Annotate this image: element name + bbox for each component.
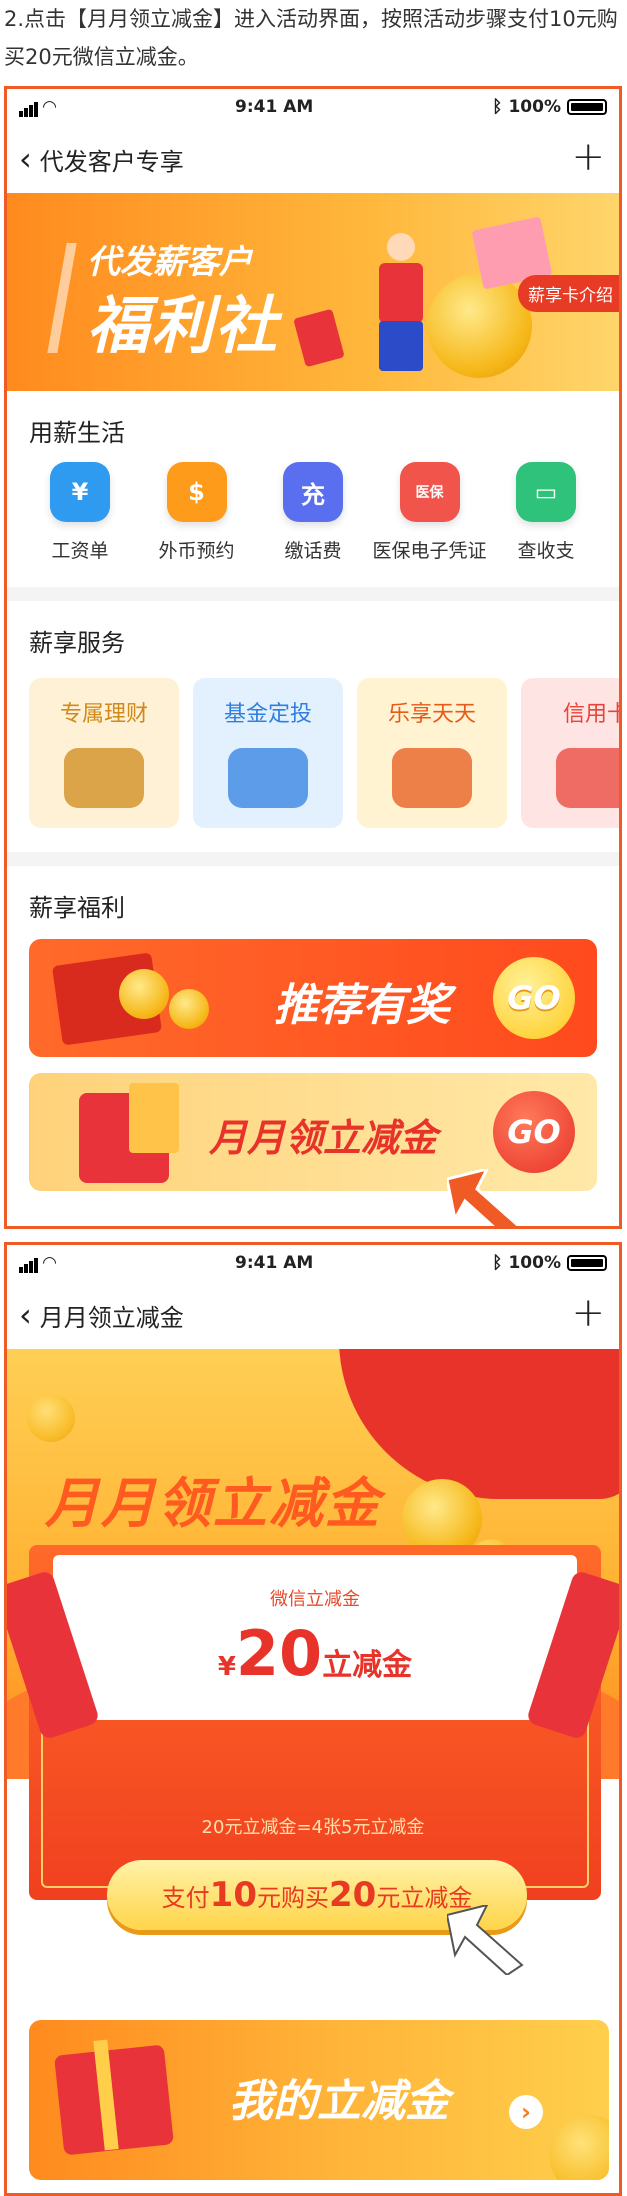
life-service-label: 医保电子凭证 <box>372 540 487 562</box>
life-service-item[interactable]: $ 外币预约 <box>142 462 252 563</box>
my-vouchers-banner[interactable]: 我的立减金 › <box>29 2020 609 2180</box>
battery-percent: 100% <box>508 1253 561 1273</box>
red-envelope-illustration <box>293 308 345 368</box>
voucher-letter: 微信立减金 ¥20立减金 <box>53 1555 577 1720</box>
life-service-item[interactable]: ¥ 工资单 <box>25 462 135 563</box>
life-services-grid: ¥ 工资单 $ 外币预约充缴话费 医保 医保电子凭证 ▭ 查收支 <box>7 462 619 563</box>
back-icon[interactable]: ‹ <box>19 1299 32 1331</box>
referral-reward-title: 推荐有奖 <box>274 980 450 1031</box>
instruction-text: 2.点击【月月领立减金】进入活动界面，按照活动步骤支付10元购买20元微信立减金… <box>4 7 618 69</box>
banner-line2: 福利社 <box>87 289 280 362</box>
life-service-item[interactable]: 充缴话费 <box>258 462 368 563</box>
life-service-label: 缴话费 <box>284 540 342 562</box>
signal-icon <box>19 1253 39 1273</box>
voucher-type: 微信立减金 <box>270 1589 360 1610</box>
buy-value: 20 <box>329 1875 377 1915</box>
nav-bar: ‹ 月月领立减金 + <box>7 1281 619 1349</box>
service-card-label: 信用卡 <box>562 702 619 727</box>
status-bar: ◠ 9:41 AM ᛒ 100% <box>7 89 619 125</box>
medical-card-icon: 医保 <box>399 462 460 522</box>
section-title-welfare: 薪享福利 <box>29 894 125 922</box>
screen-monthly-discount: ◠ 9:41 AM ᛒ 100% ‹ 月月领立减金 + 月月领立减金 微信立减金… <box>4 1242 622 2196</box>
go-button[interactable]: GO <box>493 1091 575 1173</box>
payslip-icon: ¥ <box>50 462 110 522</box>
screen-payroll-benefits: ◠ 9:41 AM ᛒ 100% ‹ 代发客户专享 + 代发薪客户 福利社 薪享… <box>4 86 622 1229</box>
buy-price: 10 <box>209 1875 257 1915</box>
divider <box>7 852 619 866</box>
person-illustration <box>387 233 415 261</box>
hero-title: 月月领立减金 <box>45 1472 381 1535</box>
back-icon[interactable]: ‹ <box>19 143 32 175</box>
phone-recharge-icon: 充 <box>283 462 343 522</box>
buy-text-pre: 支付 <box>161 1883 210 1912</box>
tap-arrow-icon <box>447 1169 521 1226</box>
service-card-label: 专属理财 <box>59 702 148 727</box>
page-title: 月月领立减金 <box>39 1303 184 1332</box>
divider <box>7 587 619 601</box>
welfare-banner[interactable]: 代发薪客户 福利社 薪享卡介绍 <box>7 193 619 391</box>
card-illustration <box>64 748 144 808</box>
service-card[interactable]: 乐享天天 <box>357 678 507 828</box>
coin-illustration <box>427 273 532 378</box>
card-illustration <box>392 748 472 808</box>
tap-arrow-icon <box>447 1905 524 1975</box>
life-service-item[interactable]: 医保 医保电子凭证 <box>372 462 487 563</box>
nav-bar: ‹ 代发客户专享 + <box>7 125 619 193</box>
amount-unit: 立减金 <box>322 1648 413 1683</box>
plus-icon[interactable]: + <box>571 137 605 177</box>
voucher-amount: ¥20立减金 <box>53 1617 577 1690</box>
status-time: 9:41 AM <box>235 97 314 117</box>
wifi-icon: ◠ <box>43 1253 57 1273</box>
service-card[interactable]: 信用卡 <box>521 678 619 828</box>
red-envelope-illustration <box>339 1349 619 1499</box>
card-intro-button[interactable]: 薪享卡介绍 <box>518 275 619 312</box>
amount-value: 20 <box>235 1617 323 1690</box>
card-illustration <box>556 748 619 808</box>
voucher-equation: 20元立减金=4张5元立减金 <box>201 1817 425 1838</box>
service-card-label: 基金定投 <box>223 702 312 727</box>
service-card-label: 乐享天天 <box>387 702 476 727</box>
buy-text-mid: 元购买 <box>257 1883 329 1912</box>
bluetooth-icon: ᛒ <box>492 97 503 117</box>
section-title-service: 薪享服务 <box>29 629 125 657</box>
status-bar: ◠ 9:41 AM ᛒ 100% <box>7 1245 619 1281</box>
signal-icon <box>19 97 39 117</box>
page-title: 代发客户专享 <box>39 147 184 176</box>
my-vouchers-title: 我的立减金 <box>229 2076 449 2127</box>
battery-icon <box>567 99 607 115</box>
chevron-right-icon: › <box>509 2095 543 2129</box>
battery-percent: 100% <box>508 97 561 117</box>
currency-symbol: ¥ <box>217 1652 236 1682</box>
life-service-item[interactable]: ▭ 查收支 <box>491 462 601 563</box>
battery-icon <box>567 1255 607 1271</box>
plus-icon[interactable]: + <box>571 1293 605 1333</box>
go-button[interactable]: GO <box>493 957 575 1039</box>
wifi-icon: ◠ <box>43 97 57 117</box>
status-time: 9:41 AM <box>235 1253 314 1273</box>
life-service-label: 外币预约 <box>158 540 235 562</box>
service-card[interactable]: 专属理财 <box>29 678 179 828</box>
section-title-life: 用薪生活 <box>29 419 125 447</box>
bluetooth-icon: ᛒ <box>492 1253 503 1273</box>
life-service-label: 查收支 <box>517 540 575 562</box>
service-card[interactable]: 基金定投 <box>193 678 343 828</box>
card-illustration <box>228 748 308 808</box>
wallet-icon: ▭ <box>516 462 576 522</box>
money-bag-icon: $ <box>166 462 227 522</box>
monthly-discount-title: 月月领立减金 <box>209 1116 438 1160</box>
service-cards: 专属理财 基金定投 乐享天天 信用卡 <box>7 678 619 828</box>
referral-reward-banner[interactable]: 推荐有奖 GO <box>29 939 597 1057</box>
life-service-label: 工资单 <box>51 540 109 562</box>
